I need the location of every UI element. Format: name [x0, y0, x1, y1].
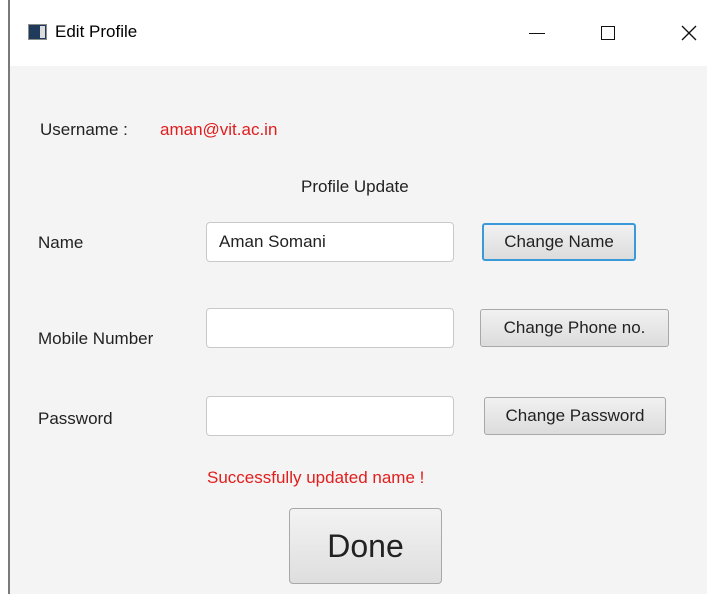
minimize-icon [529, 32, 545, 34]
change-phone-button[interactable]: Change Phone no. [480, 309, 669, 347]
close-icon [681, 25, 697, 41]
change-password-button[interactable]: Change Password [484, 397, 666, 435]
mobile-number-input[interactable] [206, 308, 454, 348]
maximize-button[interactable] [585, 14, 631, 52]
done-button[interactable]: Done [289, 508, 442, 584]
name-label: Name [38, 233, 84, 252]
title-bar: Edit Profile [10, 0, 707, 66]
change-name-button[interactable]: Change Name [482, 223, 636, 261]
name-input[interactable] [206, 222, 454, 262]
maximize-icon [601, 26, 615, 40]
password-input[interactable] [206, 396, 454, 436]
username-value: aman@vit.ac.in [160, 120, 278, 139]
password-label: Password [38, 409, 113, 428]
mobile-number-label: Mobile Number [38, 329, 154, 348]
username-label: Username : [40, 120, 128, 139]
status-message: Successfully updated name ! [207, 468, 425, 487]
edit-profile-panel: Username : aman@vit.ac.in Profile Update… [10, 66, 707, 594]
section-title: Profile Update [301, 177, 409, 196]
close-button[interactable] [666, 14, 707, 52]
app-icon [28, 24, 47, 40]
minimize-button[interactable] [514, 14, 560, 52]
window-title: Edit Profile [55, 22, 138, 41]
